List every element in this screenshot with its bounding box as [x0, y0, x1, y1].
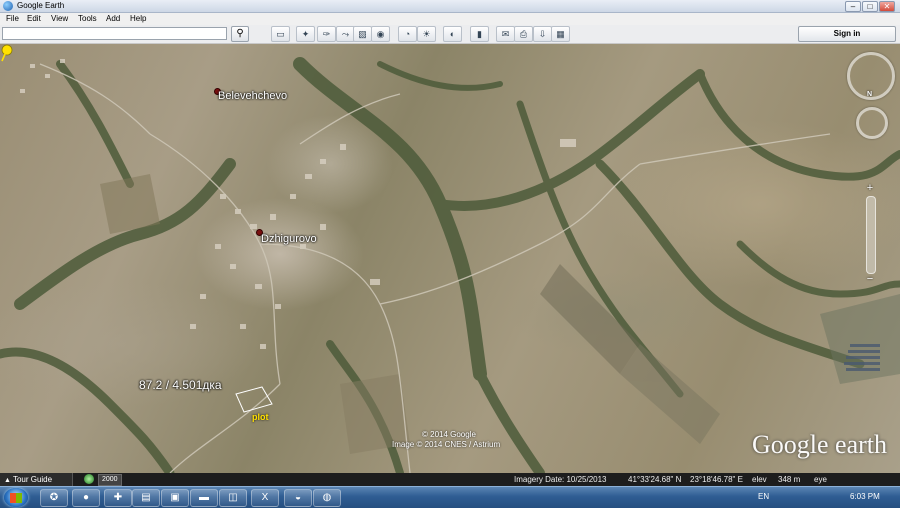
elevation-value: 348 m — [778, 475, 801, 484]
status-bar: ▲ Tour Guide 2000 Imagery Date: 10/25/201… — [0, 473, 900, 486]
language-indicator[interactable]: EN — [758, 490, 769, 504]
search-icon[interactable]: ⚲ — [231, 26, 249, 42]
place-label-belevehchevo[interactable]: Belevehchevo — [218, 90, 287, 102]
move-joystick[interactable] — [856, 107, 888, 139]
network-icon[interactable]: ◒ — [284, 489, 312, 507]
google-earth-app-icon — [3, 1, 13, 11]
pushpin-icon[interactable] — [0, 44, 14, 62]
imagery-year-badge[interactable]: 2000 — [98, 474, 122, 486]
window-title: Google Earth — [17, 1, 65, 10]
tour-guide-button[interactable]: ▲ Tour Guide — [0, 473, 73, 486]
historical-imagery-clock-icon[interactable] — [84, 474, 94, 484]
menu-bar: File Edit View Tools Add Help — [0, 13, 900, 25]
window-icon[interactable]: ◫ — [219, 489, 247, 507]
add-image-overlay-icon[interactable]: ▧ — [353, 26, 372, 42]
record-tour-icon[interactable]: ◉ — [371, 26, 390, 42]
zoom-slider[interactable] — [866, 196, 876, 274]
menu-edit[interactable]: Edit — [27, 13, 41, 25]
look-joystick[interactable] — [847, 52, 895, 100]
menu-tools[interactable]: Tools — [78, 13, 97, 25]
folder-icon[interactable]: ▬ — [190, 489, 218, 507]
search-input[interactable] — [2, 27, 227, 40]
print-icon[interactable]: ⎙ — [514, 26, 533, 42]
add-polygon-icon[interactable]: ✑ — [317, 26, 336, 42]
imagery-date: Imagery Date: 10/25/2013 — [514, 475, 607, 484]
notepad-icon[interactable]: ▤ — [132, 489, 160, 507]
firefox-icon[interactable]: ● — [72, 489, 100, 507]
zoom-out-button[interactable]: − — [864, 273, 876, 285]
sidebar-icon[interactable]: ▭ — [271, 26, 290, 42]
toolbar: ⚲ ▭ ✦ ✑ ⤳ ▧ ◉ ◔ ☀ ◐ ▮ ✉ ⎙ ⇩ ▦ Sign in — [0, 25, 900, 44]
minimize-button[interactable]: – — [845, 1, 861, 12]
google-earth-icon[interactable]: ◍ — [313, 489, 341, 507]
language-flag-icon[interactable]: ✚ — [104, 489, 132, 507]
plot-label[interactable]: plot — [252, 412, 269, 422]
save-image-icon[interactable]: ⇩ — [533, 26, 552, 42]
clock[interactable]: 6:03 PM — [850, 490, 880, 504]
historical-imagery-icon[interactable]: ◔ — [398, 26, 417, 42]
terrain-layer — [0, 57, 900, 473]
start-button[interactable] — [4, 488, 28, 507]
menu-add[interactable]: Add — [106, 13, 120, 25]
measurement-label: 87.2 / 4.501дка — [139, 378, 222, 392]
menu-view[interactable]: View — [51, 13, 68, 25]
eye-altitude-label: eye — [814, 475, 827, 484]
latitude: 41°33'24.68" N — [628, 475, 682, 484]
windows-logo-icon — [10, 493, 22, 503]
menu-file[interactable]: File — [6, 13, 19, 25]
acrobat-icon[interactable]: ✪ — [40, 489, 68, 507]
explorer-icon[interactable]: ▣ — [161, 489, 189, 507]
email-icon[interactable]: ✉ — [496, 26, 515, 42]
sign-in-button[interactable]: Sign in — [798, 26, 896, 42]
elevation-label: elev — [752, 475, 767, 484]
menu-help[interactable]: Help — [130, 13, 146, 25]
planets-icon[interactable]: ◐ — [443, 26, 462, 42]
google-earth-logo: Google earth — [752, 430, 888, 459]
taskbar: ✪ ● ✚ ▤ ▣ ▬ ◫ X ◒ ◍ EN 6:03 PM — [0, 486, 900, 508]
add-placemark-icon[interactable]: ✦ — [296, 26, 315, 42]
longitude: 23°18'46.78" E — [690, 475, 743, 484]
excel-icon[interactable]: X — [251, 489, 279, 507]
tour-guide-label: Tour Guide — [12, 475, 53, 484]
close-button[interactable]: ✕ — [879, 1, 895, 12]
zoom-in-button[interactable]: + — [864, 182, 876, 194]
maximize-button[interactable]: □ — [862, 1, 878, 12]
copyright-imagery: Image © 2014 CNES / Astrium — [392, 440, 501, 449]
copyright-google: © 2014 Google — [422, 430, 476, 439]
view-in-maps-icon[interactable]: ▦ — [551, 26, 570, 42]
window-titlebar: Google Earth – □ ✕ — [0, 0, 900, 13]
place-label-dzhigurovo[interactable]: Dzhigurovo — [261, 233, 317, 245]
sunlight-icon[interactable]: ☀ — [417, 26, 436, 42]
ruler-icon[interactable]: ▮ — [470, 26, 489, 42]
map-view[interactable]: Belevehchevo Dzhigurovo 87.2 / 4.501дка … — [0, 44, 900, 473]
